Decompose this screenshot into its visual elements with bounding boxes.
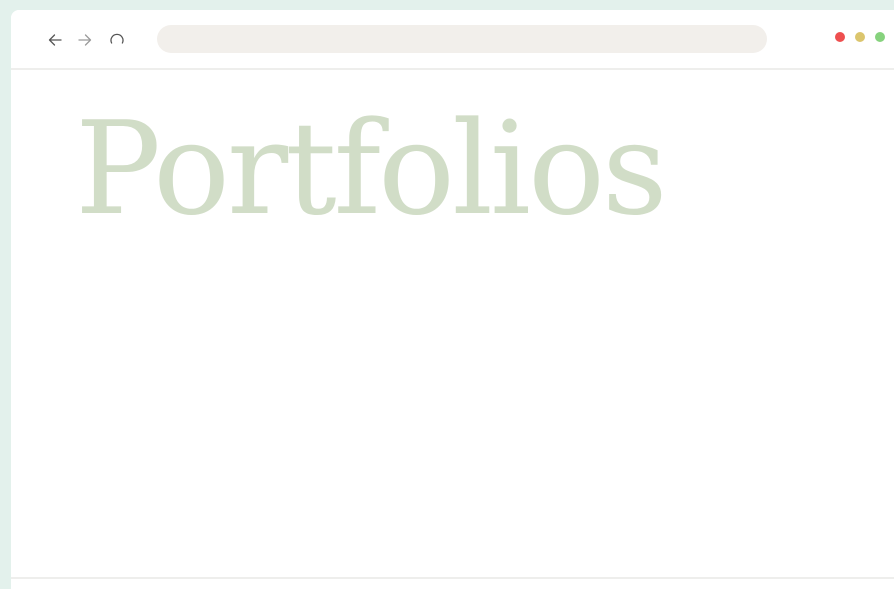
address-bar[interactable] (157, 25, 767, 53)
page-title: Portfolios (75, 95, 668, 244)
forward-button[interactable] (74, 29, 96, 51)
browser-window: Portfolios (11, 10, 894, 589)
page-content: Portfolios (11, 70, 894, 577)
back-button[interactable] (44, 29, 66, 51)
minimize-dot[interactable] (855, 32, 865, 42)
bottom-divider (11, 577, 894, 579)
reload-icon (109, 32, 125, 48)
reload-button[interactable] (106, 29, 128, 51)
maximize-dot[interactable] (875, 32, 885, 42)
window-controls (835, 32, 885, 43)
browser-toolbar (11, 10, 894, 70)
close-dot[interactable] (835, 32, 845, 42)
arrow-right-icon (77, 32, 93, 48)
arrow-left-icon (47, 32, 63, 48)
